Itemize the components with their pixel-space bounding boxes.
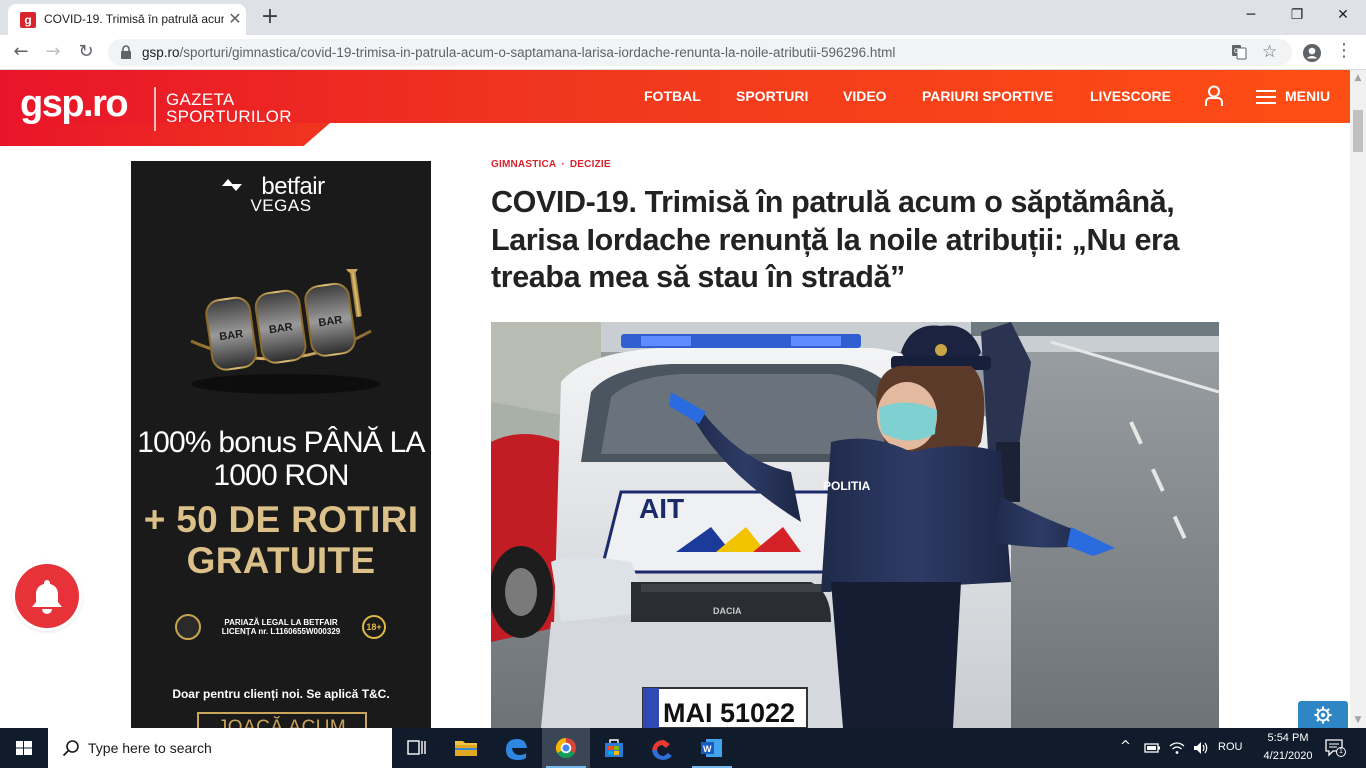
nav-fotbal[interactable]: FOTBAL bbox=[644, 88, 701, 104]
browser-toolbar: ← → ↻ gsp.ro/sporturi/gimnastica/covid-1… bbox=[0, 35, 1366, 70]
tab-close-icon[interactable]: ✕ bbox=[226, 10, 244, 28]
logo-tagline: GAZETA SPORTURILOR bbox=[166, 91, 292, 125]
ad-legal-line-2: LICENȚA nr. L1160655W000329 bbox=[221, 627, 341, 636]
reload-icon[interactable]: ↻ bbox=[73, 39, 99, 65]
wifi-icon[interactable] bbox=[1168, 740, 1186, 756]
ad-play-now-button[interactable]: JOACĂ ACUM bbox=[197, 712, 367, 728]
age-18-badge: 18+ bbox=[362, 615, 386, 639]
breadcrumb-separator: · bbox=[561, 159, 565, 170]
ad-spins-line-2: GRATUITE bbox=[186, 540, 376, 581]
show-hidden-icons-chevron-icon[interactable]: ^ bbox=[1120, 739, 1131, 754]
ccleaner-icon[interactable] bbox=[638, 728, 686, 768]
clock-date[interactable]: 4/21/2020 bbox=[1256, 750, 1320, 762]
word-taskbar-button[interactable]: W bbox=[688, 728, 736, 768]
tagline-line-1: GAZETA bbox=[166, 90, 235, 109]
logo-divider bbox=[154, 87, 156, 131]
ad-legal-line-1: PARIAZĂ LEGAL LA BETFAIR bbox=[224, 618, 338, 627]
ad-bonus-line-1: 100% bonus PÂNĂ LA bbox=[137, 426, 425, 459]
ad-bonus-line-2: 1000 RON bbox=[213, 459, 349, 492]
gsp-favicon-icon: g bbox=[20, 12, 36, 28]
uniform-politia-text: POLITIA bbox=[823, 479, 871, 493]
windows-start-icon[interactable] bbox=[0, 728, 48, 768]
site-header: gsp.ro GAZETA SPORTURILOR FOTBAL SPORTUR… bbox=[0, 70, 1350, 146]
windows-taskbar: Type here to search W ^ ROU 5:54 PM 4/21… bbox=[0, 728, 1366, 768]
scrollbar-thumb[interactable] bbox=[1353, 110, 1363, 152]
profile-avatar-icon[interactable] bbox=[1302, 43, 1322, 63]
ad-legal-notice: PARIAZĂ LEGAL LA BETFAIR LICENȚA nr. L11… bbox=[203, 618, 359, 636]
push-notification-bell-button[interactable] bbox=[15, 564, 79, 628]
gear-icon bbox=[1314, 706, 1332, 724]
chrome-taskbar-button[interactable] bbox=[542, 728, 590, 768]
window-close-icon[interactable]: ✕ bbox=[1320, 0, 1366, 30]
lock-icon bbox=[121, 45, 131, 59]
translate-icon[interactable]: G bbox=[1231, 44, 1247, 60]
svg-text:G: G bbox=[1234, 48, 1239, 55]
ad-spins-line-1: + 50 DE ROTIRI bbox=[143, 499, 419, 540]
system-tray: ^ ROU 5:54 PM 4/21/2020 1 bbox=[1110, 728, 1366, 768]
taskbar-search-box[interactable]: Type here to search bbox=[48, 728, 392, 768]
svg-text:AIT: AIT bbox=[639, 493, 684, 524]
window-restore-icon[interactable]: ❐ bbox=[1274, 0, 1320, 30]
car-badge-text: DACIA bbox=[713, 606, 742, 616]
action-center-notification-icon[interactable]: 1 bbox=[1324, 738, 1346, 758]
volume-icon[interactable] bbox=[1192, 740, 1210, 756]
microsoft-store-icon[interactable] bbox=[590, 728, 638, 768]
article-photo[interactable]: AIT DACIA MAI 51022 POLITIA bbox=[491, 322, 1219, 728]
hamburger-menu-icon[interactable] bbox=[1256, 89, 1276, 105]
ad-brand-sub: VEGAS bbox=[250, 196, 312, 215]
betfair-advertisement[interactable]: betfair VEGAS BAR BAR BAR 100% bonus PÂN… bbox=[131, 161, 431, 728]
nav-sporturi[interactable]: SPORTURI bbox=[736, 88, 808, 104]
bell-icon bbox=[32, 580, 62, 614]
license-plate-text: MAI 51022 bbox=[663, 698, 795, 728]
breadcrumb-tag-link[interactable]: DECIZIE bbox=[570, 159, 611, 170]
tab-title: COVID-19. Trimisă în patrulă acum o săpt… bbox=[44, 12, 224, 26]
site-logo[interactable]: gsp.ro bbox=[20, 83, 129, 126]
page-scrollbar[interactable]: ▲ ▼ bbox=[1350, 70, 1366, 728]
address-bar[interactable]: gsp.ro/sporturi/gimnastica/covid-19-trim… bbox=[108, 39, 1292, 66]
article-headline: COVID-19. Trimisă în patrulă acum o săpt… bbox=[491, 185, 1180, 294]
svg-text:W: W bbox=[703, 744, 712, 754]
browser-menu-kebab-icon[interactable]: ⋮ bbox=[1334, 40, 1354, 61]
notification-count-badge: 1 bbox=[1336, 747, 1346, 757]
chrome-icon bbox=[555, 737, 576, 759]
browser-tab-active[interactable]: g COVID-19. Trimisă în patrulă acum o să… bbox=[8, 4, 246, 35]
breadcrumb-category-link[interactable]: GIMNASTICA bbox=[491, 159, 556, 170]
new-tab-plus-icon[interactable]: + bbox=[258, 5, 282, 29]
clock-time[interactable]: 5:54 PM bbox=[1256, 732, 1320, 744]
privacy-settings-button[interactable] bbox=[1298, 701, 1348, 728]
ad-bonus-text: 100% bonus PÂNĂ LA 1000 RON bbox=[131, 426, 431, 492]
header-logo-slant bbox=[0, 123, 330, 146]
file-explorer-icon[interactable] bbox=[442, 728, 490, 768]
ad-spins-text: + 50 DE ROTIRI GRATUITE bbox=[131, 499, 431, 581]
browser-tab-strip: g COVID-19. Trimisă în patrulă acum o să… bbox=[0, 0, 1366, 35]
nav-pariuri-sportive[interactable]: PARIURI SPORTIVE bbox=[922, 88, 1053, 104]
search-icon bbox=[62, 740, 79, 757]
input-language-indicator[interactable]: ROU bbox=[1218, 741, 1242, 753]
scroll-down-arrow-icon[interactable]: ▼ bbox=[1350, 712, 1366, 728]
police-officer-photo: AIT DACIA MAI 51022 POLITIA bbox=[491, 322, 1219, 728]
back-arrow-icon[interactable]: ← bbox=[8, 39, 34, 65]
tagline-line-2: SPORTURILOR bbox=[166, 107, 292, 126]
menu-button-label[interactable]: MENIU bbox=[1285, 88, 1330, 104]
slot-machine-illustration: BAR BAR BAR bbox=[190, 269, 381, 394]
url-text: gsp.ro/sporturi/gimnastica/covid-19-trim… bbox=[142, 45, 896, 60]
onjn-seal-icon bbox=[175, 614, 201, 640]
user-account-icon[interactable] bbox=[1204, 85, 1224, 107]
window-minimize-icon[interactable]: ─ bbox=[1228, 0, 1274, 30]
forward-arrow-icon[interactable]: → bbox=[40, 39, 66, 65]
nav-livescore[interactable]: LIVESCORE bbox=[1090, 88, 1171, 104]
ad-terms: Doar pentru clienți noi. Se aplică T&C. bbox=[172, 687, 390, 701]
article-breadcrumb: GIMNASTICA · DECIZIE bbox=[491, 159, 611, 170]
nav-video[interactable]: VIDEO bbox=[843, 88, 887, 104]
battery-icon[interactable] bbox=[1144, 740, 1162, 756]
scroll-up-arrow-icon[interactable]: ▲ bbox=[1350, 70, 1366, 86]
word-icon: W bbox=[701, 739, 722, 757]
bookmark-star-icon[interactable]: ☆ bbox=[1262, 42, 1277, 62]
edge-browser-icon[interactable] bbox=[492, 728, 540, 768]
taskbar-search-placeholder: Type here to search bbox=[88, 740, 212, 756]
task-view-icon[interactable] bbox=[392, 728, 440, 768]
